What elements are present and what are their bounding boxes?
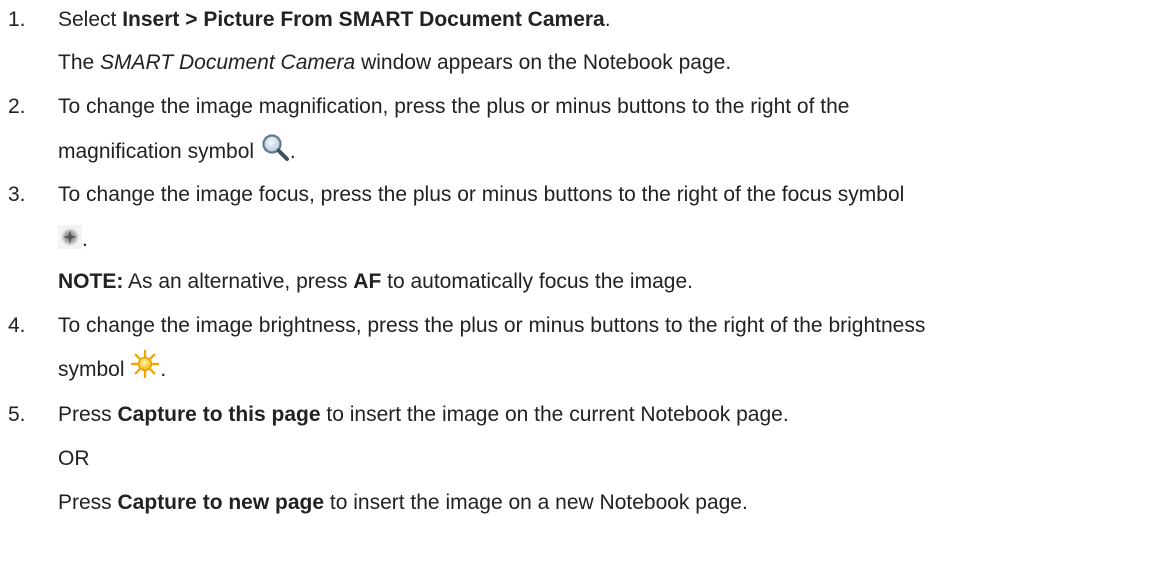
brightness-icon <box>131 349 160 379</box>
step-3-line-2: . <box>58 222 88 258</box>
step-5-alternative: Press Capture to new page to insert the … <box>58 491 748 514</box>
step-number: 1. <box>8 8 26 31</box>
step-number: 3. <box>8 183 26 206</box>
step-number: 4. <box>8 314 26 337</box>
magnifier-icon <box>262 134 289 161</box>
step-3-note: NOTE: As an alternative, press AF to aut… <box>58 270 693 293</box>
window-name: SMART Document Camera <box>100 51 356 74</box>
step-2-line-2: magnification symbol . <box>58 132 296 172</box>
step-number: 5. <box>8 403 26 426</box>
step-1-result: The SMART Document Camera window appears… <box>58 51 732 74</box>
focus-icon <box>58 225 82 249</box>
capture-this-page-label: Capture to this page <box>117 403 321 426</box>
or-separator: OR <box>58 447 90 470</box>
step-1-text: Select Insert > Picture From SMART Docum… <box>58 8 611 31</box>
step-number: 2. <box>8 95 26 118</box>
instructions-document: 1. Select Insert > Picture From SMART Do… <box>8 8 926 514</box>
capture-new-page-label: Capture to new page <box>117 491 325 514</box>
menu-path: Insert > Picture From SMART Document Cam… <box>122 8 605 31</box>
step-5-text: Press Capture to this page to insert the… <box>58 403 789 426</box>
step-4-line-2: symbol . <box>58 349 166 390</box>
